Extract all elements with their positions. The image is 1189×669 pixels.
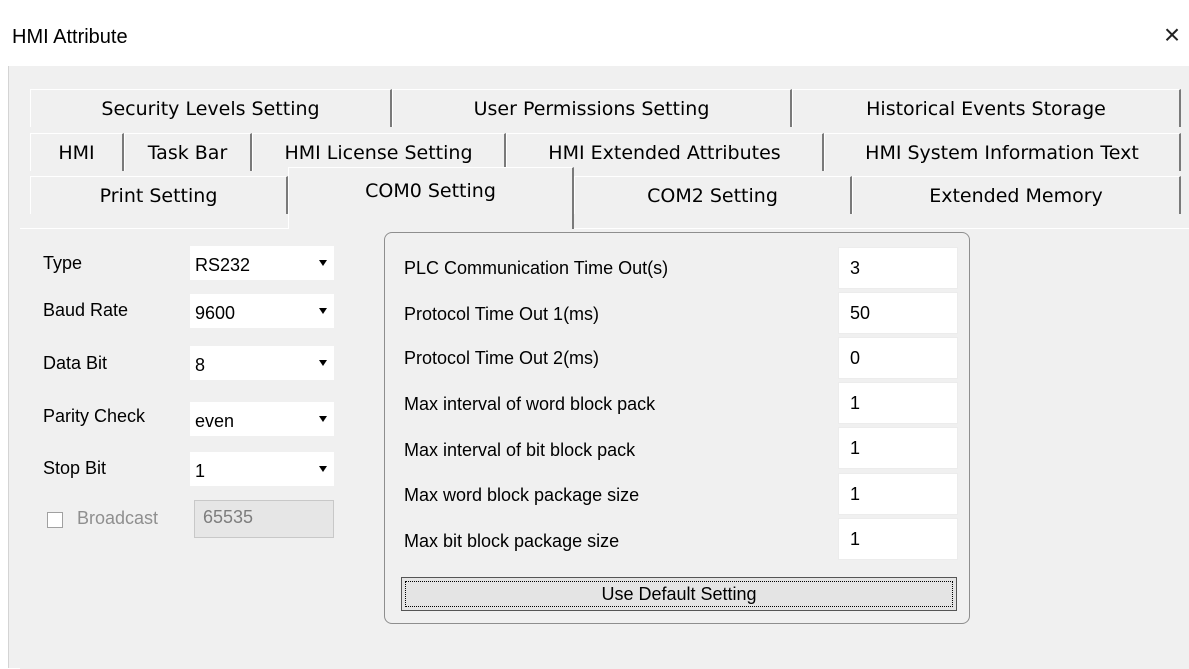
use-default-setting-button[interactable]: Use Default Setting [401, 577, 957, 611]
bit-block-interval-field[interactable]: 1 [838, 427, 958, 469]
type-label: Type [43, 253, 83, 273]
chevron-down-icon [319, 308, 327, 314]
tab-user-permissions-setting[interactable]: User Permissions Setting [392, 89, 792, 127]
baud-rate-select[interactable]: 9600 [190, 294, 334, 328]
protocol-timeout-1-value: 50 [850, 303, 871, 323]
data-bit-label: Data Bit [43, 353, 108, 373]
bit-block-size-value: 1 [850, 529, 861, 549]
tab-extended-memory[interactable]: Extended Memory [852, 176, 1181, 214]
parity-check-label: Parity Check [43, 406, 146, 426]
chevron-down-icon [319, 360, 327, 366]
bit-block-interval-label: Max interval of bit block pack [404, 440, 636, 460]
bit-block-size-field[interactable]: 1 [838, 518, 958, 560]
tab-com2-setting[interactable]: COM2 Setting [574, 176, 852, 214]
tab-historical-events-storage[interactable]: Historical Events Storage [792, 89, 1181, 127]
baud-rate-label: Baud Rate [43, 300, 129, 320]
word-block-interval-label: Max interval of word block pack [404, 394, 656, 414]
protocol-timeout-1-label: Protocol Time Out 1(ms) [404, 304, 600, 324]
data-bit-value: 8 [195, 355, 206, 375]
tab-hmi-license-setting[interactable]: HMI License Setting [252, 133, 506, 171]
broadcast-station-field: 65535 [194, 500, 334, 538]
stop-bit-select[interactable]: 1 [190, 452, 334, 486]
stop-bit-value: 1 [195, 461, 206, 481]
tab-hmi[interactable]: HMI [30, 133, 124, 171]
chevron-down-icon [319, 260, 327, 266]
tab-hmi-system-information-text[interactable]: HMI System Information Text [824, 133, 1181, 171]
protocol-timeout-2-label: Protocol Time Out 2(ms) [404, 348, 600, 368]
bit-block-interval-value: 1 [850, 438, 861, 458]
bit-block-size-label: Max bit block package size [404, 531, 620, 551]
tab-com0-setting[interactable]: COM0 Setting [288, 167, 574, 229]
plc-timeout-value: 3 [850, 258, 861, 278]
tab-hmi-extended-attributes[interactable]: HMI Extended Attributes [506, 133, 824, 171]
data-bit-select[interactable]: 8 [190, 346, 334, 380]
tab-print-setting[interactable]: Print Setting [30, 176, 288, 214]
protocol-timeout-2-value: 0 [850, 348, 861, 368]
plc-timeout-field[interactable]: 3 [838, 247, 958, 289]
broadcast-checkbox [47, 512, 63, 528]
window-title: HMI Attribute [12, 26, 128, 48]
focus-rectangle [405, 581, 953, 607]
type-value: RS232 [195, 255, 251, 275]
type-select[interactable]: RS232 [190, 246, 334, 280]
word-block-size-field[interactable]: 1 [838, 473, 958, 515]
chevron-down-icon [319, 416, 327, 422]
word-block-size-label: Max word block package size [404, 485, 640, 505]
chevron-down-icon [319, 466, 327, 472]
word-block-interval-value: 1 [850, 393, 861, 413]
broadcast-station-value: 65535 [203, 507, 254, 527]
tab-security-levels-setting[interactable]: Security Levels Setting [30, 89, 392, 127]
stop-bit-label: Stop Bit [43, 458, 107, 478]
protocol-timeout-2-field[interactable]: 0 [838, 337, 958, 379]
protocol-timeout-1-field[interactable]: 50 [838, 292, 958, 334]
tab-task-bar[interactable]: Task Bar [124, 133, 252, 171]
title-bar: HMI Attribute × [0, 0, 1189, 66]
word-block-size-value: 1 [850, 484, 861, 504]
parity-check-select[interactable]: even [190, 402, 334, 436]
close-icon[interactable]: × [1158, 20, 1186, 50]
parity-check-value: even [195, 411, 235, 431]
plc-timeout-label: PLC Communication Time Out(s) [404, 258, 669, 278]
baud-rate-value: 9600 [195, 303, 236, 323]
word-block-interval-field[interactable]: 1 [838, 382, 958, 424]
broadcast-label: Broadcast [77, 508, 159, 528]
